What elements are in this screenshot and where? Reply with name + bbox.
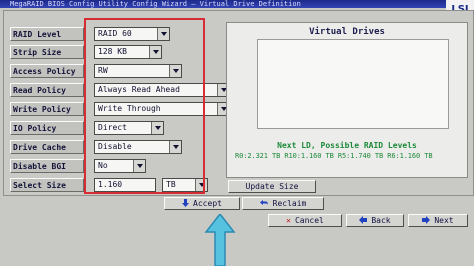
undo-icon [259,199,269,209]
io-policy-label: IO Policy [10,121,84,135]
back-arrow-icon [359,215,368,226]
write-policy-label: Write Policy [10,102,84,116]
drive-cache-label: Drive Cache [10,140,84,154]
update-size-label: Update Size [245,182,299,191]
window-title: MegaRAID BIOS Config Utility Config Wiza… [0,0,474,8]
next-arrow-icon [422,215,431,226]
raid-level-label: RAID Level [10,27,84,41]
back-label: Back [371,216,391,225]
next-ld-label: Next LD, Possible RAID Levels [277,141,417,150]
pointer-arrow-icon [204,214,236,266]
disable-bgi-label: Disable BGI [10,159,84,173]
close-icon: ✕ [286,216,291,225]
next-button[interactable]: Next [408,214,468,227]
update-size-button[interactable]: Update Size [228,180,316,193]
raid-levels-text: R0:2.321 TB R10:1.160 TB R5:1.740 TB R6:… [235,152,433,160]
cancel-button[interactable]: ✕ Cancel [268,214,342,227]
cancel-label: Cancel [294,216,324,225]
arrow-down-icon [182,198,190,209]
select-size-label: Select Size [10,178,84,192]
reclaim-button[interactable]: Reclaim [242,197,324,210]
highlight-box [84,18,205,194]
virtual-drives-panel: Virtual Drives Next LD, Possible RAID Le… [226,22,468,178]
virtual-drives-list[interactable] [257,39,449,129]
accept-label: Accept [193,199,222,208]
strip-size-label: Strip Size [10,45,84,59]
access-policy-label: Access Policy [10,64,84,78]
accept-button[interactable]: Accept [164,197,240,210]
read-policy-label: Read Policy [10,83,84,97]
virtual-drives-title: Virtual Drives [309,27,385,37]
next-label: Next [434,216,454,225]
back-button[interactable]: Back [346,214,404,227]
reclaim-label: Reclaim [272,199,307,208]
